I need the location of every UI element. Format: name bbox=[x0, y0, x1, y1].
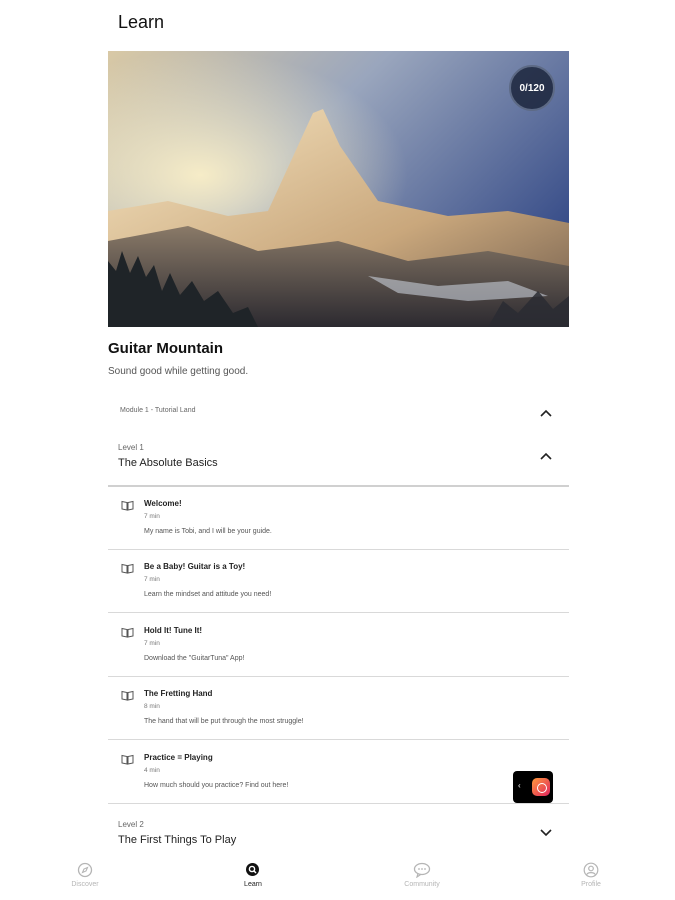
level-number: Level 1 bbox=[118, 443, 144, 452]
lesson-duration: 7 min bbox=[144, 576, 160, 583]
divider bbox=[108, 803, 569, 804]
book-icon bbox=[121, 561, 134, 574]
page-title: Learn bbox=[118, 12, 165, 32]
nav-community[interactable]: Community bbox=[392, 862, 452, 888]
nav-label: Community bbox=[404, 881, 440, 888]
lesson-description: My name is Tobi, and I will be your guid… bbox=[144, 528, 272, 535]
book-icon bbox=[121, 688, 134, 701]
nav-profile[interactable]: Profile bbox=[561, 862, 621, 888]
chevron-left-icon[interactable]: ‹ bbox=[518, 781, 521, 790]
level-title: The First Things To Play bbox=[118, 834, 237, 846]
app-shortcut-icon[interactable] bbox=[532, 778, 550, 796]
course-title: Guitar Mountain bbox=[108, 340, 223, 357]
level-1-header[interactable]: Level 1 The Absolute Basics bbox=[108, 438, 569, 484]
bottom-navigation: Discover Learn Community Profile bbox=[0, 856, 675, 900]
divider bbox=[108, 612, 569, 613]
floating-app-widget[interactable]: ‹ bbox=[513, 771, 553, 803]
lesson-duration: 7 min bbox=[144, 513, 160, 520]
search-icon bbox=[246, 863, 259, 876]
lesson-item[interactable]: Hold It! Tune It! 7 min Download the "Gu… bbox=[108, 614, 569, 678]
course-hero-image[interactable]: 0/120 bbox=[108, 51, 569, 327]
module-header[interactable]: Module 1 - Tutorial Land bbox=[108, 400, 569, 426]
chevron-up-icon[interactable] bbox=[538, 448, 554, 464]
nav-discover[interactable]: Discover bbox=[55, 862, 115, 888]
chevron-up-icon[interactable] bbox=[538, 405, 554, 421]
compass-icon bbox=[77, 862, 93, 878]
mountain-illustration bbox=[108, 51, 569, 327]
book-icon bbox=[121, 752, 134, 765]
nav-label: Discover bbox=[71, 881, 99, 888]
nav-label: Profile bbox=[581, 881, 601, 888]
nav-learn[interactable]: Learn bbox=[223, 862, 283, 888]
book-icon bbox=[121, 498, 134, 511]
lesson-description: Learn the mindset and attitude you need! bbox=[144, 591, 272, 598]
lesson-description: Download the "GuitarTuna" App! bbox=[144, 655, 245, 662]
nav-label: Learn bbox=[244, 881, 262, 888]
progress-badge: 0/120 bbox=[509, 65, 555, 111]
lesson-item[interactable]: The Fretting Hand 8 min The hand that wi… bbox=[108, 677, 569, 741]
lesson-duration: 8 min bbox=[144, 703, 160, 710]
lesson-item[interactable]: Be a Baby! Guitar is a Toy! 7 min Learn … bbox=[108, 550, 569, 614]
lesson-title: Hold It! Tune It! bbox=[144, 626, 203, 635]
level-title: The Absolute Basics bbox=[118, 457, 218, 469]
chat-icon bbox=[413, 862, 431, 878]
lesson-duration: 7 min bbox=[144, 640, 160, 647]
user-icon bbox=[583, 862, 599, 878]
lesson-item[interactable]: Welcome! 7 min My name is Tobi, and I wi… bbox=[108, 487, 569, 551]
lesson-description: The hand that will be put through the mo… bbox=[144, 718, 304, 725]
lesson-duration: 4 min bbox=[144, 767, 160, 774]
lesson-title: Be a Baby! Guitar is a Toy! bbox=[144, 562, 246, 571]
lesson-description: How much should you practice? Find out h… bbox=[144, 782, 289, 789]
chevron-down-icon[interactable] bbox=[538, 825, 554, 841]
divider bbox=[108, 739, 569, 740]
lesson-title: Practice = Playing bbox=[144, 753, 213, 762]
level-number: Level 2 bbox=[118, 820, 144, 829]
lesson-title: Welcome! bbox=[144, 499, 182, 508]
course-subtitle: Sound good while getting good. bbox=[108, 366, 249, 377]
level-2-header[interactable]: Level 2 The First Things To Play bbox=[108, 816, 569, 852]
lesson-title: The Fretting Hand bbox=[144, 689, 213, 698]
module-label: Module 1 - Tutorial Land bbox=[120, 407, 196, 414]
lesson-item[interactable]: Practice = Playing 4 min How much should… bbox=[108, 741, 569, 805]
book-icon bbox=[121, 625, 134, 638]
